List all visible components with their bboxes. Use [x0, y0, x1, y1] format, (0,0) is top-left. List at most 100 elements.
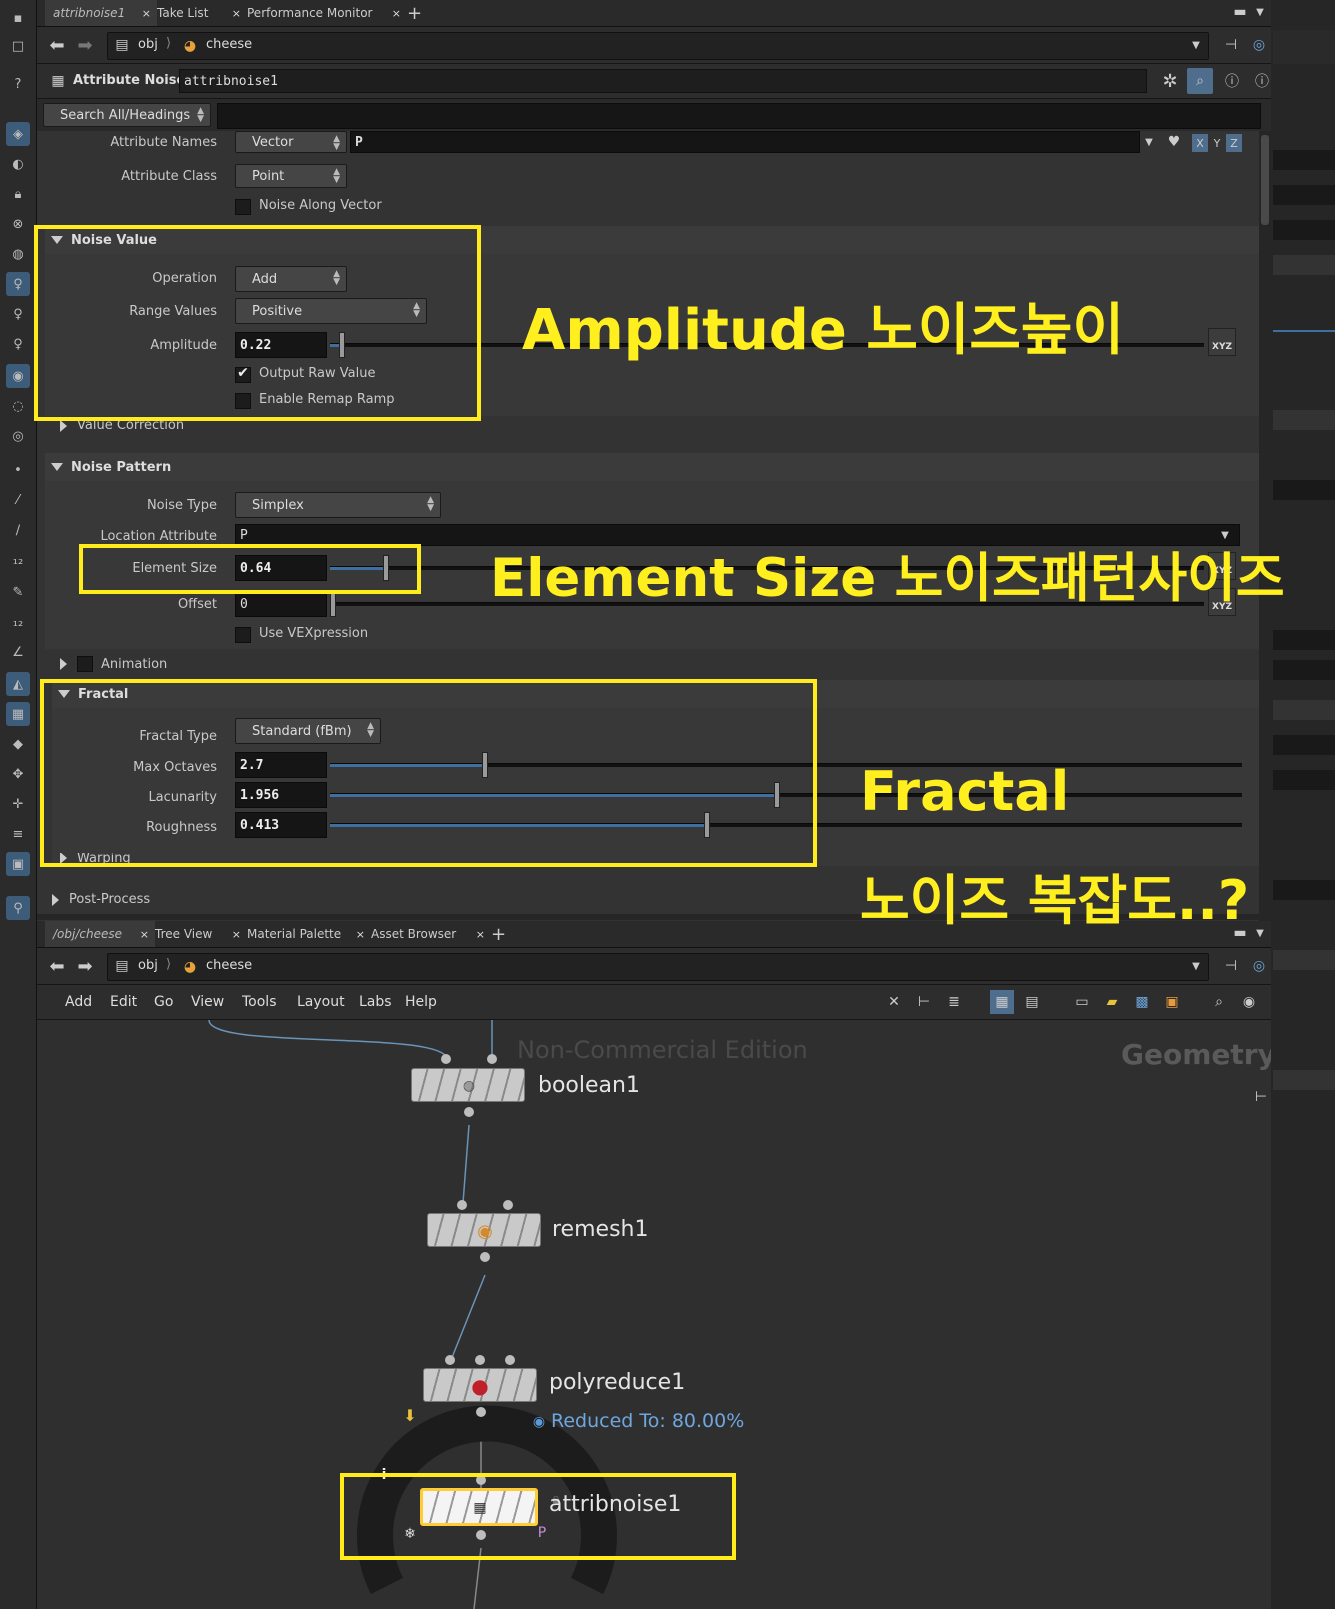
- search-scope-menu[interactable]: Search All/Headings ▲ ▼: [43, 103, 211, 127]
- help-icon[interactable]: ?: [6, 72, 30, 96]
- lock-icon[interactable]: 🔒︎: [6, 182, 30, 206]
- input-connector[interactable]: [445, 1355, 455, 1365]
- output-connector[interactable]: [464, 1107, 474, 1117]
- attribute-names-type-menu[interactable]: Vector ▲ ▼: [235, 131, 347, 153]
- param-scrollbar[interactable]: [1259, 131, 1271, 921]
- path-node[interactable]: cheese: [206, 958, 252, 973]
- input-connector[interactable]: [487, 1054, 497, 1064]
- pane-menu-icon[interactable]: ▼: [1252, 4, 1268, 20]
- tree-icon[interactable]: ⊢: [912, 990, 936, 1014]
- tab-material-palette[interactable]: Material Palette ×: [239, 921, 371, 947]
- background-image-icon[interactable]: ▩: [1130, 990, 1154, 1014]
- path-field[interactable]: ▤ obj ⟩ ◕ cheese ▼: [107, 953, 1209, 981]
- input-connector[interactable]: [441, 1054, 451, 1064]
- forward-arrow-icon[interactable]: ➡: [73, 954, 97, 978]
- list-icon[interactable]: ≣: [942, 990, 966, 1014]
- info-icon[interactable]: ⓘ: [1219, 68, 1245, 94]
- path-field[interactable]: ▤ obj ⟩ ◕ cheese ▼: [107, 32, 1209, 60]
- menu-icon[interactable]: ▪: [6, 6, 30, 30]
- menu-help[interactable]: Help: [405, 994, 437, 1010]
- back-arrow-icon[interactable]: ⬅: [45, 954, 69, 978]
- gear-icon[interactable]: ✲: [1157, 68, 1183, 94]
- offset-field[interactable]: 0: [235, 591, 327, 617]
- tab-obj-cheese[interactable]: /obj/cheese ×: [45, 921, 155, 947]
- help-icon[interactable]: ⓘ: [1249, 68, 1275, 94]
- attribute-class-menu[interactable]: Point ▲ ▼: [235, 164, 347, 188]
- component-y-toggle[interactable]: Y: [1209, 134, 1225, 152]
- location-pin-icon[interactable]: ♥: [1165, 131, 1183, 153]
- detail-view-icon[interactable]: ▤: [1020, 990, 1044, 1014]
- sphere-icon[interactable]: ◍: [6, 242, 30, 266]
- package-icon[interactable]: ▣: [1160, 990, 1184, 1014]
- sticky-note-icon[interactable]: ▰: [1100, 990, 1124, 1014]
- attribute-names-field[interactable]: P: [350, 131, 1140, 153]
- path-root[interactable]: obj: [138, 958, 158, 973]
- component-z-toggle[interactable]: Z: [1226, 134, 1242, 152]
- pane-layout-icon[interactable]: ▬: [1232, 4, 1248, 20]
- post-process-folder[interactable]: Post-Process: [52, 892, 150, 907]
- output-connector[interactable]: [480, 1252, 490, 1262]
- noise-pattern-section-header[interactable]: Noise Pattern: [45, 453, 1259, 481]
- hide-icon[interactable]: ◌: [6, 394, 30, 418]
- menu-layout[interactable]: Layout: [297, 994, 345, 1010]
- path-root[interactable]: obj: [138, 37, 158, 52]
- search-input[interactable]: [217, 103, 1261, 129]
- camera-icon[interactable]: ◉: [6, 364, 30, 388]
- animation-folder[interactable]: Animation: [60, 656, 167, 672]
- tab-attribnoise1[interactable]: attribnoise1 ×: [45, 0, 157, 26]
- select-box-icon[interactable]: □: [6, 34, 30, 58]
- tab-asset-browser[interactable]: Asset Browser ×: [363, 921, 491, 947]
- link-icon[interactable]: ◎: [1247, 954, 1271, 978]
- search-icon[interactable]: ⌕: [1207, 990, 1231, 1014]
- path-dropdown-icon[interactable]: ▼: [1188, 37, 1204, 53]
- menu-tools[interactable]: Tools: [242, 994, 277, 1010]
- input-connector[interactable]: [505, 1355, 515, 1365]
- background-image-icon[interactable]: ▣: [6, 852, 30, 876]
- pin-icon[interactable]: ⊣: [1219, 33, 1243, 57]
- menu-view[interactable]: View: [191, 994, 224, 1010]
- slider-handle[interactable]: [330, 591, 336, 617]
- wrench-icon[interactable]: ✕: [882, 990, 906, 1014]
- node-name-field[interactable]: attribnoise1: [179, 69, 1147, 93]
- node-polyreduce1[interactable]: ●: [423, 1368, 537, 1402]
- attribute-dropdown-icon[interactable]: ▼: [1140, 133, 1158, 151]
- shade-icon[interactable]: ◭: [6, 672, 30, 696]
- tab-take-list[interactable]: Take List ×: [149, 0, 247, 26]
- angle-icon[interactable]: ∠: [6, 640, 30, 664]
- path-node[interactable]: cheese: [206, 37, 252, 52]
- pane-menu-icon[interactable]: ▼: [1252, 925, 1268, 941]
- scrollbar-thumb[interactable]: [1261, 135, 1269, 225]
- input-connector[interactable]: [457, 1200, 467, 1210]
- path-dropdown-icon[interactable]: ▼: [1188, 958, 1204, 974]
- eye-icon[interactable]: ◉: [1237, 990, 1261, 1014]
- add-tab-button[interactable]: +: [483, 921, 519, 947]
- menu-labs[interactable]: Labs: [359, 994, 392, 1010]
- network-box-icon[interactable]: ▭: [1070, 990, 1094, 1014]
- point-icon[interactable]: •: [6, 458, 30, 482]
- back-arrow-icon[interactable]: ⬅: [45, 33, 69, 57]
- menu-edit[interactable]: Edit: [110, 994, 137, 1010]
- amplitude-vector-toggle[interactable]: XYZ: [1208, 328, 1236, 356]
- grid-view-icon[interactable]: ▦: [990, 990, 1014, 1014]
- output-connector[interactable]: [476, 1407, 486, 1417]
- pin-icon[interactable]: ⚲: [6, 896, 30, 920]
- animation-checkbox[interactable]: [77, 656, 93, 672]
- forward-arrow-icon[interactable]: ➡: [73, 33, 97, 57]
- ghost-icon[interactable]: ◎: [6, 424, 30, 448]
- bypass-arrow-icon[interactable]: ⬇: [399, 1404, 421, 1426]
- menu-go[interactable]: Go: [154, 994, 173, 1010]
- pin-icon[interactable]: ⊣: [1219, 954, 1243, 978]
- checker-icon[interactable]: ▦: [6, 702, 30, 726]
- component-x-toggle[interactable]: X: [1192, 134, 1208, 152]
- snap-icon[interactable]: ⊗: [6, 212, 30, 236]
- menu-add[interactable]: Add: [65, 994, 92, 1010]
- node-boolean1[interactable]: ◍: [411, 1068, 525, 1102]
- search-icon[interactable]: ⌕: [1187, 68, 1213, 94]
- tab-performance-monitor[interactable]: Performance Monitor ×: [239, 0, 407, 26]
- input-connector[interactable]: [475, 1355, 485, 1365]
- input-connector[interactable]: [503, 1200, 513, 1210]
- add-tab-button[interactable]: +: [399, 0, 435, 26]
- number2-icon[interactable]: ₁₂: [6, 610, 30, 634]
- node-remesh1[interactable]: ◉: [427, 1213, 541, 1247]
- use-vexpression-checkbox[interactable]: [235, 627, 251, 643]
